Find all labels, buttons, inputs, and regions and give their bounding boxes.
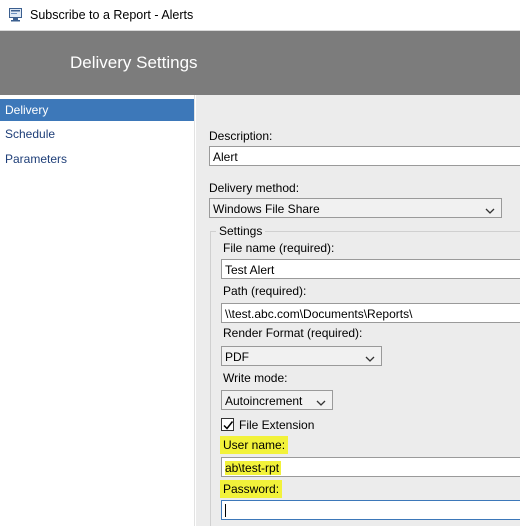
- write-mode-value: Autoincrement: [225, 394, 303, 408]
- password-label: Password:: [220, 480, 283, 498]
- file-extension-label: File Extension: [239, 418, 315, 432]
- file-extension-checkbox[interactable]: [221, 418, 234, 431]
- sidebar-nav: Delivery Schedule Parameters: [0, 95, 195, 526]
- chevron-down-icon: [485, 204, 495, 214]
- page-header: Delivery Settings: [0, 31, 520, 95]
- description-value: Alert: [213, 150, 238, 164]
- sidebar-item-label: Schedule: [5, 127, 56, 141]
- report-window-icon: [9, 8, 24, 22]
- write-mode-label: Write mode:: [223, 371, 288, 385]
- user-name-label: User name:: [220, 436, 289, 454]
- delivery-method-select[interactable]: Windows File Share: [209, 198, 502, 218]
- description-label: Description:: [209, 129, 273, 143]
- page-title: Delivery Settings: [70, 53, 198, 72]
- write-mode-select[interactable]: Autoincrement: [221, 390, 333, 410]
- chevron-down-icon: [316, 396, 326, 406]
- file-name-label: File name (required):: [223, 241, 335, 255]
- password-field[interactable]: [221, 500, 520, 520]
- text-cursor: [225, 504, 226, 518]
- delivery-settings-panel: Description: Alert Delivery method: Wind…: [196, 95, 520, 526]
- description-field[interactable]: Alert: [209, 146, 520, 166]
- render-format-select[interactable]: PDF: [221, 346, 382, 366]
- sidebar-item-label: Parameters: [5, 152, 68, 166]
- path-label: Path (required):: [223, 284, 307, 298]
- chevron-down-icon: [365, 352, 375, 362]
- sidebar-item-delivery[interactable]: Delivery: [0, 99, 194, 121]
- delivery-method-value: Windows File Share: [213, 202, 320, 216]
- window-title: Subscribe to a Report - Alerts: [30, 8, 194, 22]
- path-value: \\test.abc.com\Documents\Reports\: [225, 307, 413, 321]
- render-format-label: Render Format (required):: [223, 326, 363, 340]
- file-name-value: Test Alert: [225, 263, 275, 277]
- checkmark-icon: [223, 421, 234, 430]
- sidebar-item-schedule[interactable]: Schedule: [0, 123, 194, 145]
- sidebar-item-label: Delivery: [5, 103, 49, 117]
- delivery-method-label: Delivery method:: [209, 181, 300, 195]
- settings-legend: Settings: [216, 224, 266, 238]
- sidebar-item-parameters[interactable]: Parameters: [0, 148, 194, 170]
- window-titlebar: Subscribe to a Report - Alerts: [0, 0, 520, 31]
- render-format-value: PDF: [225, 350, 249, 364]
- file-name-field[interactable]: Test Alert: [221, 259, 520, 279]
- user-name-field[interactable]: ab\test-rpt: [221, 457, 520, 477]
- user-name-value: ab\test-rpt: [225, 461, 282, 475]
- path-field[interactable]: \\test.abc.com\Documents\Reports\: [221, 303, 520, 323]
